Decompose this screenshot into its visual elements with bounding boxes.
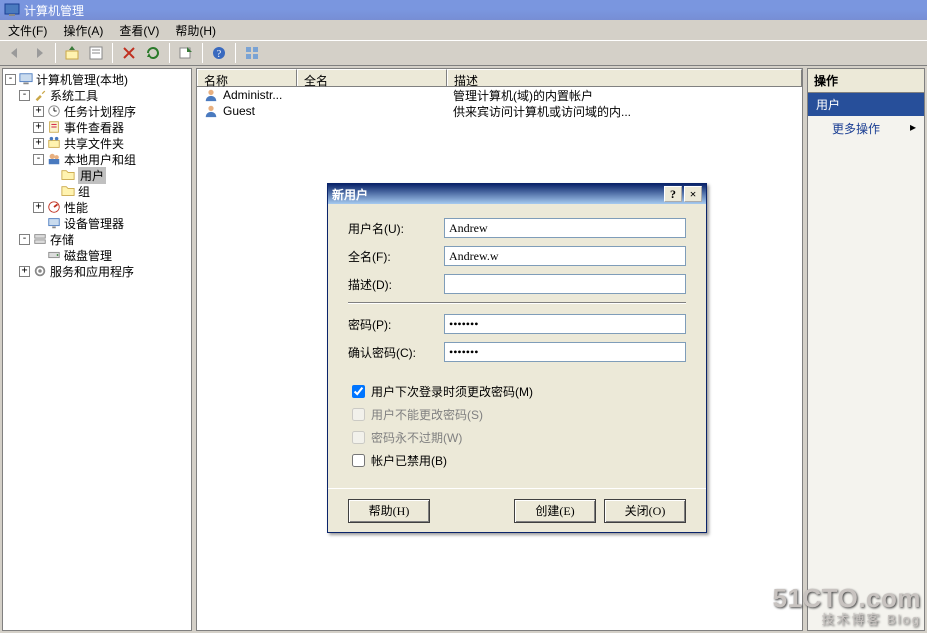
tree-root[interactable]: 计算机管理(本地) — [36, 71, 128, 88]
toolbar-sep — [169, 43, 170, 63]
disk-icon — [46, 247, 62, 263]
mustchange-checkbox[interactable] — [352, 385, 365, 398]
tree-systools[interactable]: 系统工具 — [50, 87, 98, 104]
up-icon[interactable] — [61, 42, 83, 64]
actions-more[interactable]: 更多操作 — [808, 116, 924, 141]
neverexpire-checkbox — [352, 431, 365, 444]
menu-file[interactable]: 文件(F) — [8, 22, 47, 39]
menu-help[interactable]: 帮助(H) — [175, 22, 216, 39]
help-icon[interactable]: ? — [208, 42, 230, 64]
user-icon — [203, 87, 219, 103]
description-input[interactable] — [444, 274, 686, 294]
help-button[interactable]: 帮助(H) — [348, 499, 430, 523]
app-icon — [4, 2, 20, 18]
actions-category[interactable]: 用户 — [808, 93, 924, 116]
users-group-icon — [46, 151, 62, 167]
action-pane: 操作 用户 更多操作 — [807, 68, 925, 631]
tree-shared[interactable]: 共享文件夹 — [64, 135, 124, 152]
view-mode-icon[interactable] — [241, 42, 263, 64]
tree-tasksched[interactable]: 任务计划程序 — [64, 103, 136, 120]
svg-text:?: ? — [217, 49, 222, 60]
dialog-close-icon[interactable]: × — [684, 186, 702, 202]
toolbar-sep — [112, 43, 113, 63]
col-desc[interactable]: 描述 — [447, 69, 802, 86]
clock-icon — [46, 103, 62, 119]
tree-storage[interactable]: 存储 — [50, 231, 74, 248]
storage-icon — [32, 231, 48, 247]
cell-name: Guest — [223, 104, 255, 118]
refresh-icon[interactable] — [142, 42, 164, 64]
back-icon[interactable] — [4, 42, 26, 64]
cell-name: Administr... — [223, 88, 282, 102]
username-input[interactable] — [444, 218, 686, 238]
properties-icon[interactable] — [85, 42, 107, 64]
window-title: 计算机管理 — [24, 2, 923, 19]
toolbar: ? — [0, 40, 927, 66]
perf-icon — [46, 199, 62, 215]
new-user-dialog: 新用户 ? × 用户名(U): 全名(F): 描述(D): 密码(P): 确认密… — [327, 183, 707, 533]
shared-folder-icon — [46, 135, 62, 151]
tree-groups[interactable]: 组 — [78, 183, 90, 200]
nav-tree[interactable]: -计算机管理(本地) -系统工具 +任务计划程序 +事件查看器 +共享文件夹 -… — [3, 69, 191, 281]
user-icon — [203, 103, 219, 119]
dialog-help-icon[interactable]: ? — [664, 186, 682, 202]
disabled-checkbox[interactable] — [352, 454, 365, 467]
folder-icon — [60, 183, 76, 199]
device-icon — [46, 215, 62, 231]
close-button[interactable]: 关闭(O) — [604, 499, 686, 523]
tree-localusers[interactable]: 本地用户和组 — [64, 151, 136, 168]
menu-view[interactable]: 查看(V) — [119, 22, 159, 39]
export-icon[interactable] — [175, 42, 197, 64]
actions-title: 操作 — [808, 69, 924, 93]
fullname-input[interactable] — [444, 246, 686, 266]
menu-action[interactable]: 操作(A) — [63, 22, 103, 39]
dialog-titlebar[interactable]: 新用户 ? × — [328, 184, 706, 204]
list-row[interactable]: Administr... 管理计算机(域)的内置帐户 — [197, 87, 802, 103]
tree-devmgr[interactable]: 设备管理器 — [64, 215, 124, 232]
folder-icon — [60, 167, 76, 183]
cell-desc: 供来宾访问计算机或访问域的内... — [453, 103, 631, 120]
fullname-label: 全名(F): — [348, 248, 444, 265]
neverexpire-label: 密码永不过期(W) — [371, 429, 462, 446]
services-icon — [32, 263, 48, 279]
col-fullname[interactable]: 全名 — [297, 69, 447, 86]
titlebar: 计算机管理 — [0, 0, 927, 20]
username-label: 用户名(U): — [348, 220, 444, 237]
tree-perf[interactable]: 性能 — [64, 199, 88, 216]
list-header: 名称 全名 描述 — [197, 69, 802, 87]
tree-users[interactable]: 用户 — [78, 167, 106, 184]
confirm-password-label: 确认密码(C): — [348, 344, 444, 361]
tree-services[interactable]: 服务和应用程序 — [50, 263, 134, 280]
tree-diskmgmt[interactable]: 磁盘管理 — [64, 247, 112, 264]
tree-eventwr[interactable]: 事件查看器 — [64, 119, 124, 136]
cannotchange-label: 用户不能更改密码(S) — [371, 406, 483, 423]
confirm-password-input[interactable] — [444, 342, 686, 362]
dialog-buttons: 帮助(H) 创建(E) 关闭(O) — [328, 488, 706, 532]
disabled-label: 帐户已禁用(B) — [371, 452, 447, 469]
list-row[interactable]: Guest 供来宾访问计算机或访问域的内... — [197, 103, 802, 119]
dialog-title: 新用户 — [332, 186, 368, 203]
mmc-window: 计算机管理 文件(F) 操作(A) 查看(V) 帮助(H) ? -计算机管理(本… — [0, 0, 927, 633]
tools-icon — [32, 87, 48, 103]
tree-pane: -计算机管理(本地) -系统工具 +任务计划程序 +事件查看器 +共享文件夹 -… — [2, 68, 192, 631]
eventlog-icon — [46, 119, 62, 135]
toolbar-sep — [55, 43, 56, 63]
toolbar-sep — [235, 43, 236, 63]
computer-icon — [18, 71, 34, 87]
cannotchange-checkbox — [352, 408, 365, 421]
mustchange-label: 用户下次登录时须更改密码(M) — [371, 383, 533, 400]
dialog-separator — [348, 302, 686, 304]
toolbar-sep — [202, 43, 203, 63]
delete-icon[interactable] — [118, 42, 140, 64]
password-input[interactable] — [444, 314, 686, 334]
description-label: 描述(D): — [348, 276, 444, 293]
password-label: 密码(P): — [348, 316, 444, 333]
menubar: 文件(F) 操作(A) 查看(V) 帮助(H) — [0, 20, 927, 40]
dialog-body: 用户名(U): 全名(F): 描述(D): 密码(P): 确认密码(C): 用户… — [328, 204, 706, 488]
forward-icon[interactable] — [28, 42, 50, 64]
cell-desc: 管理计算机(域)的内置帐户 — [453, 87, 593, 104]
create-button[interactable]: 创建(E) — [514, 499, 596, 523]
col-name[interactable]: 名称 — [197, 69, 297, 86]
